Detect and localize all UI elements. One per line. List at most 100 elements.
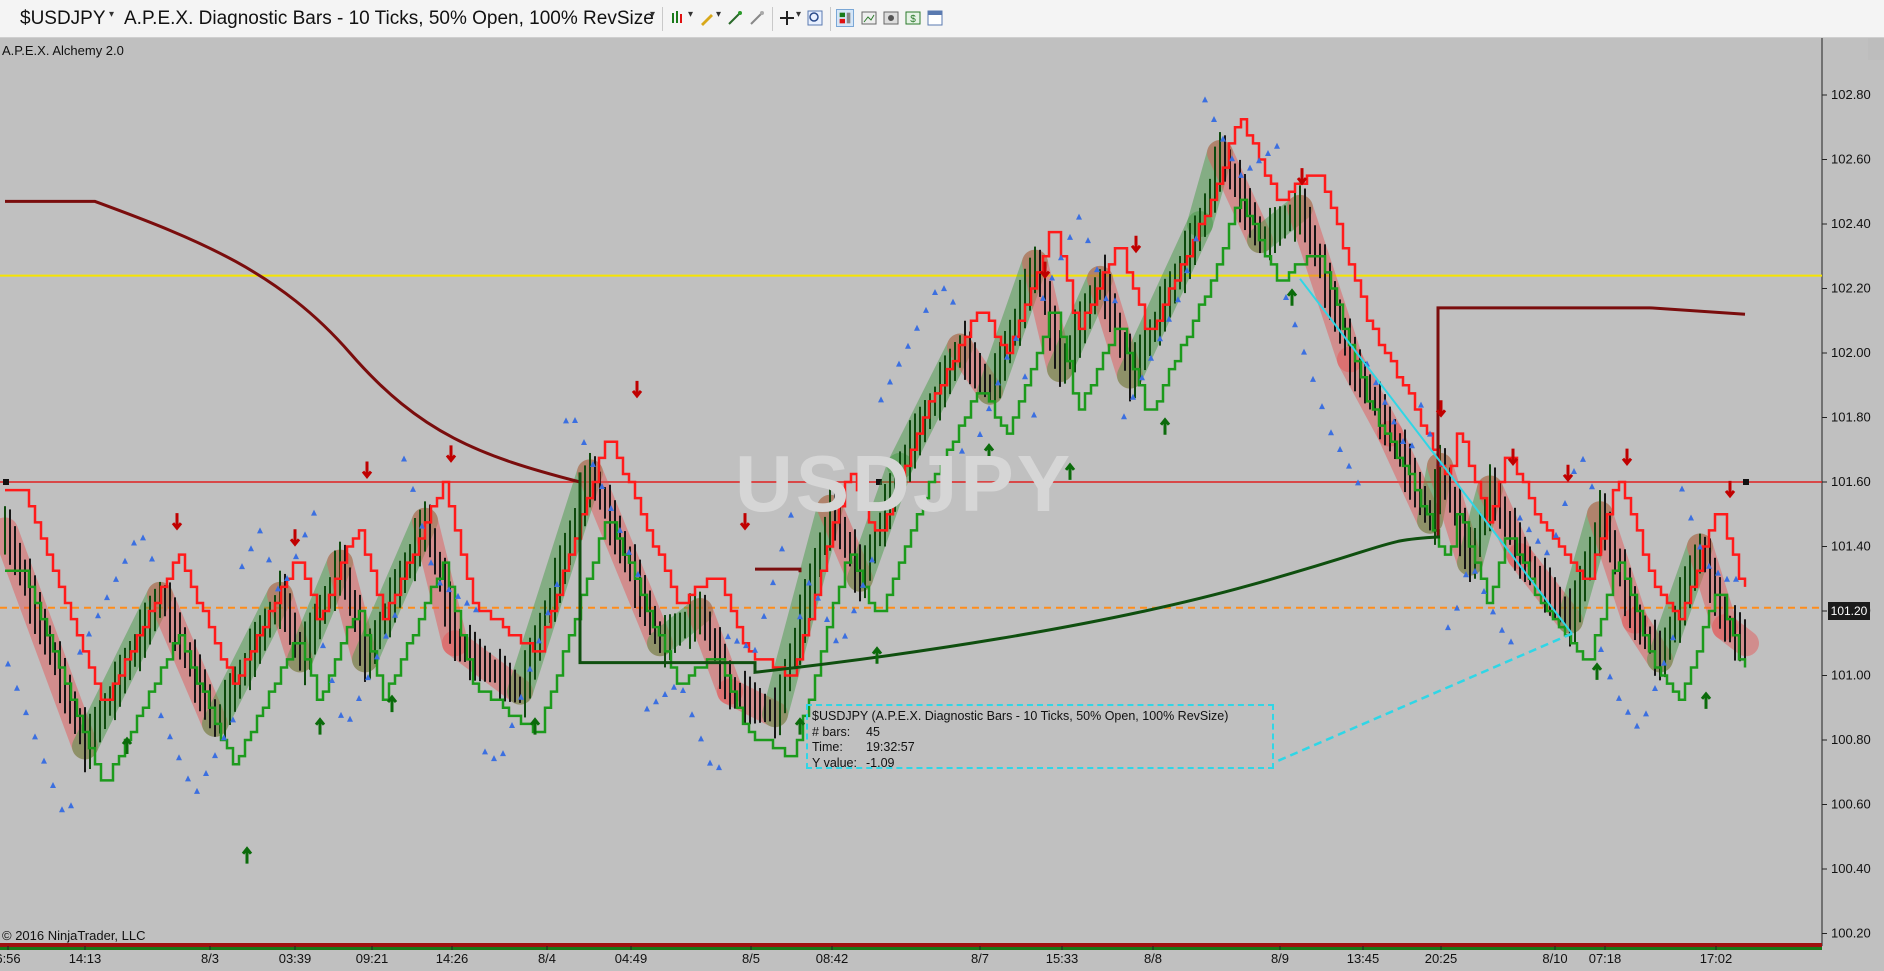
sell-signal-arrow	[1507, 448, 1519, 467]
stop-dot-marker	[1346, 462, 1352, 469]
stop-dot-marker	[707, 759, 713, 766]
stop-dot-marker	[752, 646, 758, 653]
sell-signal-arrow	[1621, 448, 1633, 467]
stop-dot-marker	[986, 405, 992, 412]
stop-dot-marker	[833, 637, 839, 644]
instrument-selector[interactable]: $USDJPY	[20, 8, 106, 30]
chart-trader-icon[interactable]	[836, 9, 854, 27]
stop-dot-marker	[212, 752, 218, 759]
tooltip-y-row: Y value: -1.09	[812, 756, 1268, 772]
stop-dot-marker	[1625, 708, 1631, 715]
instrument-dropdown-icon[interactable]: ▾	[109, 9, 114, 20]
tooltip-time-value: 19:32:57	[866, 740, 915, 754]
stop-dot-marker	[1292, 321, 1298, 328]
stop-dot-marker	[1418, 401, 1424, 408]
screenshot-icon[interactable]	[860, 9, 878, 27]
stop-dot-marker	[1508, 638, 1514, 645]
bar-type-dropdown-icon[interactable]: ▾	[650, 9, 655, 20]
stop-dot-marker	[1301, 348, 1307, 355]
stop-dot-marker	[977, 430, 983, 437]
stop-dot-marker	[932, 288, 938, 295]
stop-dot-marker	[257, 527, 263, 534]
stop-dot-marker	[779, 545, 785, 552]
stop-dot-marker	[167, 733, 173, 740]
maroon-moving-average	[755, 567, 802, 573]
stop-dot-marker	[1085, 237, 1091, 244]
buy-signal-arrow	[386, 694, 398, 713]
stop-dot-marker	[1274, 142, 1280, 149]
stop-dot-marker	[491, 755, 497, 762]
stop-dot-marker	[266, 556, 272, 563]
sell-signal-arrow	[1296, 168, 1308, 186]
sell-signal-arrow	[289, 529, 301, 547]
time-tick-label: 8/7	[971, 951, 989, 966]
stop-dot-marker	[302, 531, 308, 538]
stop-dot-marker	[509, 721, 515, 728]
price-scale-handle[interactable]	[1868, 38, 1884, 60]
stop-dot-marker	[1598, 646, 1604, 653]
stop-dot-marker	[1679, 485, 1685, 492]
price-tick-label: 101.80	[1831, 410, 1871, 425]
crosshair-icon[interactable]	[778, 9, 796, 27]
stop-dot-marker	[563, 417, 569, 424]
trend-band	[762, 494, 843, 728]
stop-dot-marker	[1643, 710, 1649, 717]
cyan-callout-line	[1273, 632, 1573, 764]
tooltip-time-label: Time:	[812, 740, 843, 754]
stop-dot-marker	[842, 632, 848, 639]
time-tick-label: 8/10	[1542, 951, 1567, 966]
bar-type-selector[interactable]: A.P.E.X. Diagnostic Bars - 10 Ticks, 50%…	[124, 8, 654, 30]
sell-signal-arrow	[631, 380, 643, 399]
buy-signal-arrow	[314, 717, 326, 735]
stop-dot-marker	[1616, 694, 1622, 701]
price-tick-label: 102.60	[1831, 152, 1871, 167]
stop-dot-marker	[347, 715, 353, 722]
stop-dot-marker	[14, 684, 20, 691]
stop-dot-marker	[1652, 684, 1658, 691]
strategy-wand-icon[interactable]	[748, 9, 766, 27]
stop-dot-marker	[950, 298, 956, 305]
zoom-icon[interactable]	[806, 9, 824, 27]
stop-dot-marker	[581, 439, 587, 446]
tooltip-time-row: Time: 19:32:57	[812, 740, 1268, 756]
crosshair-dropdown-icon[interactable]: ▾	[796, 9, 801, 20]
stop-dot-marker	[905, 342, 911, 349]
toolbar-divider	[662, 7, 663, 31]
stop-dot-marker	[149, 555, 155, 562]
stop-dot-marker	[1031, 411, 1037, 418]
draw-pencil-icon[interactable]	[698, 9, 716, 27]
sell-signal-arrow	[445, 445, 457, 463]
price-tick-label: 101.00	[1831, 668, 1871, 683]
time-tick-label: 14:26	[436, 951, 469, 966]
stop-dot-marker	[1535, 537, 1541, 544]
stop-dot-marker	[293, 553, 299, 560]
stop-dot-marker	[482, 748, 488, 755]
dollar-icon[interactable]: $	[904, 9, 922, 27]
stop-dot-marker	[1580, 455, 1586, 462]
indicator-wand-icon[interactable]	[726, 9, 744, 27]
stop-dot-marker	[1337, 445, 1343, 452]
tooltip-y-value: -1.09	[866, 755, 895, 770]
stop-dot-marker	[761, 612, 767, 619]
bar-style-dropdown-icon[interactable]: ▾	[688, 9, 693, 20]
image-icon[interactable]	[882, 9, 900, 27]
stop-dot-marker	[122, 557, 128, 564]
stop-dot-marker	[140, 534, 146, 541]
buy-signal-arrow	[1591, 662, 1603, 680]
stop-dot-marker	[5, 660, 11, 667]
stop-dot-marker	[1517, 514, 1523, 521]
stop-dot-marker	[356, 694, 362, 701]
price-tick-label: 102.00	[1831, 345, 1871, 360]
stop-dot-marker	[887, 378, 893, 385]
stop-dot-marker	[1571, 468, 1577, 475]
stop-dot-marker	[1310, 375, 1316, 382]
window-icon[interactable]	[926, 9, 944, 27]
stop-dot-marker	[824, 615, 830, 622]
stop-dot-marker	[23, 709, 29, 716]
stop-dot-marker	[158, 712, 164, 719]
buy-signal-arrow	[1700, 691, 1712, 709]
bar-style-icon[interactable]	[670, 9, 688, 27]
price-chart[interactable]: 102.80 102.60 102.40 102.20 102.00 101.80 101.…	[0, 38, 1884, 971]
stop-dot-marker	[662, 691, 668, 698]
draw-dropdown-icon[interactable]: ▾	[716, 9, 721, 20]
